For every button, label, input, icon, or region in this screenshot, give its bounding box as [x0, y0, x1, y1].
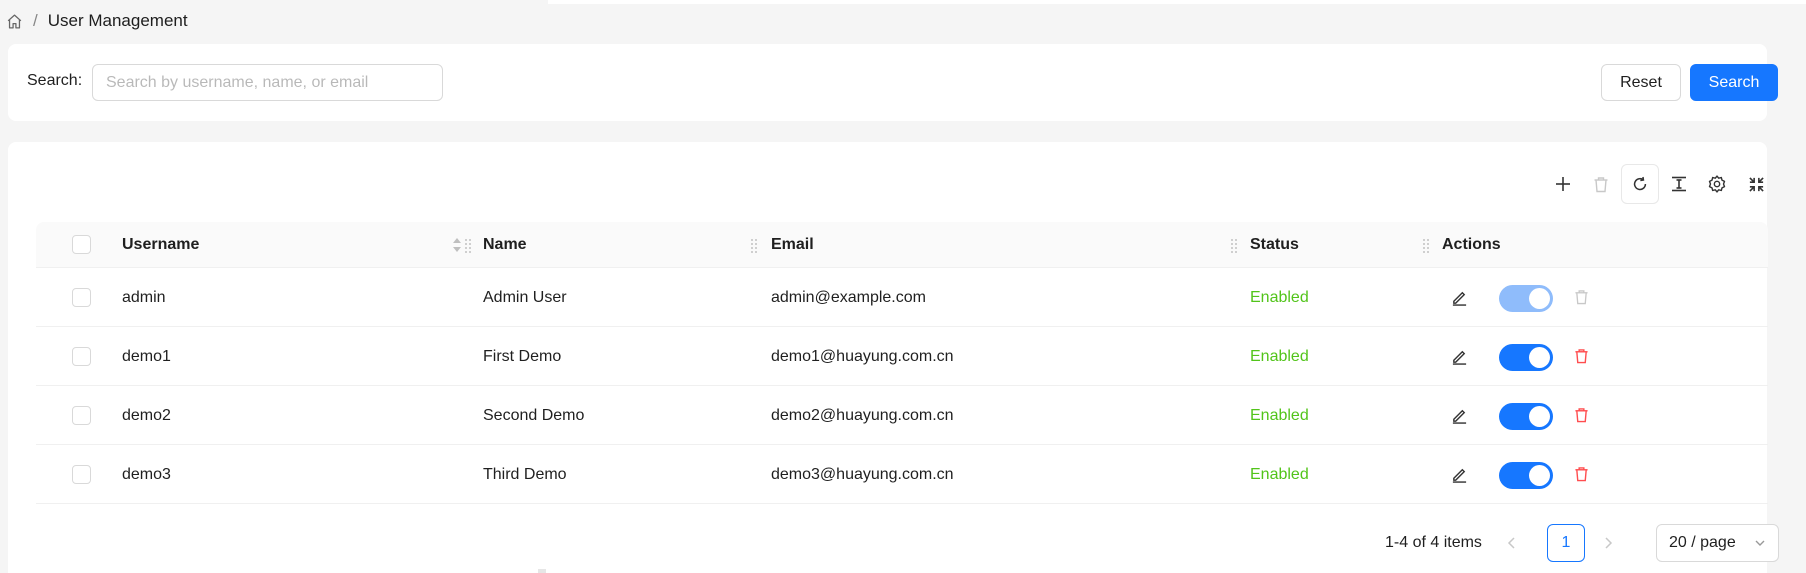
delete-icon[interactable] [1571, 464, 1591, 484]
breadcrumb-separator: / [33, 11, 38, 30]
fullscreen-icon[interactable] [1737, 164, 1775, 204]
status-toggle[interactable] [1499, 403, 1553, 430]
chevron-down-icon [1755, 540, 1765, 546]
pagination: 1-4 of 4 items 1 20 / page [8, 524, 1779, 562]
email-cell: demo2@huayung.com.cn [771, 406, 954, 424]
breadcrumb-current: User Management [47, 11, 188, 30]
delete-icon[interactable] [1571, 346, 1591, 366]
table-row: demo2 Second Demo demo2@huayung.com.cn E… [36, 386, 1768, 445]
search-input[interactable] [92, 64, 443, 101]
search-label: Search: [27, 72, 83, 89]
table-row: demo3 Third Demo demo3@huayung.com.cn En… [36, 445, 1768, 504]
page-size-select[interactable]: 20 / page [1656, 524, 1779, 562]
edit-icon[interactable] [1449, 405, 1469, 425]
row-checkbox[interactable] [72, 288, 91, 307]
chevron-right-icon [1597, 532, 1619, 554]
home-icon[interactable] [6, 13, 23, 30]
status-badge: Enabled [1250, 288, 1309, 306]
column-resize-handle[interactable] [1423, 236, 1429, 256]
name-cell: Admin User [483, 288, 567, 306]
reset-button[interactable]: Reset [1601, 64, 1681, 101]
breadcrumb: / User Management [6, 10, 188, 32]
username-cell: admin [122, 288, 166, 306]
table-header: Username Name Email Status Actions [36, 222, 1768, 268]
column-height-icon[interactable] [1660, 164, 1698, 204]
table-panel: Username Name Email Status Actions admin… [8, 142, 1779, 573]
email-cell: admin@example.com [771, 288, 926, 306]
delete-icon[interactable] [1571, 405, 1591, 425]
column-header-name[interactable]: Name [483, 222, 527, 268]
edit-icon[interactable] [1449, 464, 1469, 484]
select-all-checkbox[interactable] [72, 235, 91, 254]
username-cell: demo3 [122, 465, 171, 483]
table-row: admin Admin User admin@example.com Enabl… [36, 268, 1768, 327]
email-cell: demo3@huayung.com.cn [771, 465, 954, 483]
column-resize-handle[interactable] [465, 236, 471, 256]
setting-icon[interactable] [1698, 164, 1736, 204]
column-header-email[interactable]: Email [771, 222, 814, 268]
status-badge: Enabled [1250, 406, 1309, 424]
chevron-left-icon [1501, 532, 1523, 554]
name-cell: Second Demo [483, 406, 585, 424]
status-toggle [1499, 285, 1553, 312]
edit-icon[interactable] [1449, 287, 1469, 307]
row-checkbox[interactable] [72, 465, 91, 484]
plus-icon[interactable] [1544, 164, 1582, 204]
email-cell: demo1@huayung.com.cn [771, 347, 954, 365]
table-toolbar [8, 164, 1767, 204]
row-checkbox[interactable] [72, 347, 91, 366]
table-row: demo1 First Demo demo1@huayung.com.cn En… [36, 327, 1768, 386]
sort-icon[interactable] [451, 235, 463, 255]
column-resize-handle[interactable] [1231, 236, 1237, 256]
divider [538, 569, 546, 573]
column-resize-handle[interactable] [751, 236, 757, 256]
status-toggle[interactable] [1499, 344, 1553, 371]
username-cell: demo1 [122, 347, 171, 365]
pagination-page-1[interactable]: 1 [1547, 524, 1585, 562]
top-strip [548, 0, 1806, 4]
reload-icon[interactable] [1621, 164, 1659, 204]
name-cell: First Demo [483, 347, 562, 365]
search-panel: Search: Reset Search [8, 44, 1778, 121]
delete-icon [1571, 287, 1591, 307]
page-size-value: 20 / page [1669, 534, 1736, 551]
edit-icon[interactable] [1449, 346, 1469, 366]
status-badge: Enabled [1250, 465, 1309, 483]
username-cell: demo2 [122, 406, 171, 424]
column-header-actions: Actions [1442, 236, 1501, 253]
delete-icon [1582, 164, 1620, 204]
column-header-username[interactable]: Username [122, 222, 199, 268]
row-checkbox[interactable] [72, 406, 91, 425]
pagination-total: 1-4 of 4 items [1385, 534, 1482, 551]
status-badge: Enabled [1250, 347, 1309, 365]
column-header-status[interactable]: Status [1250, 222, 1299, 268]
status-toggle[interactable] [1499, 462, 1553, 489]
name-cell: Third Demo [483, 465, 567, 483]
search-button[interactable]: Search [1690, 64, 1778, 101]
